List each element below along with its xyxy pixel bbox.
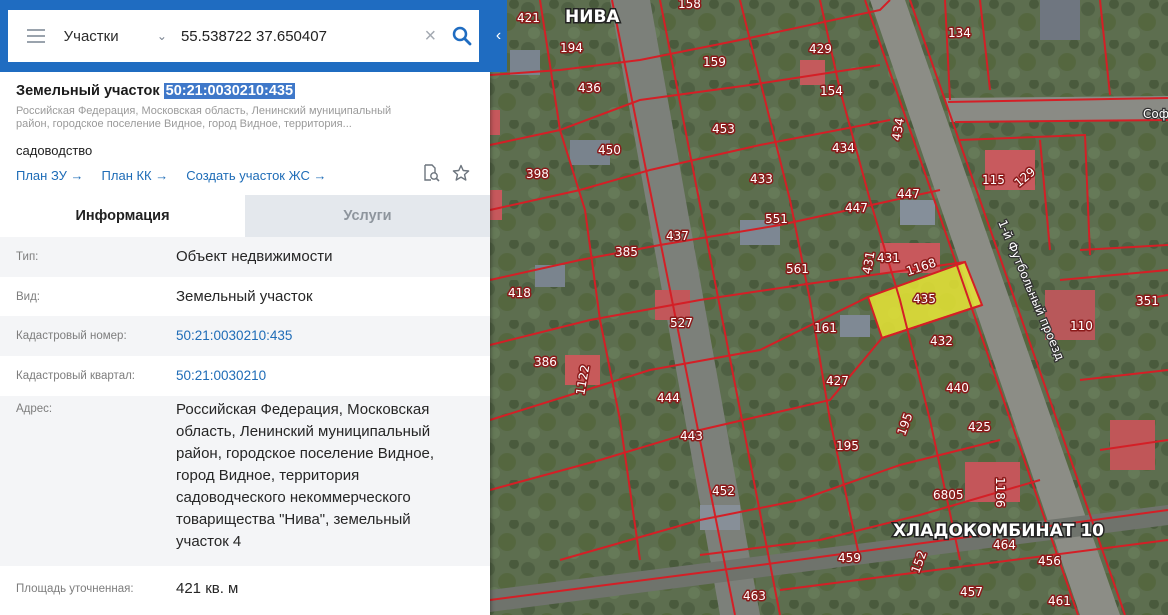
svg-text:440: 440 bbox=[946, 381, 969, 395]
address-preview-line-1: Российская Федерация, Московская область… bbox=[16, 105, 392, 117]
property-value: Российская Федерация, Московская область… bbox=[176, 401, 435, 550]
land-use-purpose: садоводство bbox=[16, 143, 93, 158]
menu-icon[interactable] bbox=[8, 10, 64, 62]
plan-zu-link[interactable]: План ЗУ → bbox=[16, 168, 84, 183]
close-icon[interactable]: × bbox=[415, 25, 445, 48]
svg-text:432: 432 bbox=[930, 334, 953, 348]
svg-text:436: 436 bbox=[578, 81, 601, 95]
svg-text:447: 447 bbox=[897, 187, 920, 201]
svg-text:115: 115 bbox=[982, 173, 1005, 187]
document-search-icon[interactable] bbox=[422, 164, 440, 187]
title-cadastral-number[interactable]: 50:21:0030210:435 bbox=[163, 83, 296, 99]
info-panel: Участки ⌄ × Земельный участок 50:21:0030… bbox=[0, 0, 490, 615]
chevron-left-icon: ‹ bbox=[495, 27, 502, 44]
property-value: Земельный участок bbox=[176, 287, 313, 305]
svg-text:463: 463 bbox=[743, 589, 766, 603]
property-label: Вид: bbox=[16, 290, 40, 303]
svg-text:351: 351 bbox=[1136, 294, 1159, 308]
svg-text:385: 385 bbox=[615, 245, 638, 259]
address-preview: Российская Федерация, Московская область… bbox=[16, 105, 446, 131]
svg-text:561: 561 bbox=[786, 262, 809, 276]
collapse-panel-button[interactable]: ‹ bbox=[490, 0, 507, 72]
svg-text:527: 527 bbox=[670, 316, 693, 330]
svg-text:418: 418 bbox=[508, 286, 531, 300]
layer-select-value: Участки bbox=[63, 27, 119, 45]
svg-text:452: 452 bbox=[712, 484, 735, 498]
chevron-down-icon: ⌄ bbox=[156, 29, 167, 43]
place-label-niva: НИВА bbox=[565, 7, 620, 27]
create-zhs-parcel-link[interactable]: Создать участок ЖС → bbox=[186, 168, 326, 183]
parcel-header: Земельный участок 50:21:0030210:435 Росс… bbox=[0, 72, 490, 194]
address-preview-line-2: район, городское поселение Видное, город… bbox=[16, 118, 352, 130]
search-icon[interactable] bbox=[445, 19, 479, 53]
property-label: Адрес: bbox=[16, 403, 53, 415]
property-row-type: Тип: Объект недвижимости bbox=[0, 237, 490, 277]
svg-text:453: 453 bbox=[712, 122, 735, 136]
svg-text:435: 435 bbox=[913, 292, 936, 306]
star-icon[interactable] bbox=[452, 164, 470, 187]
svg-text:450: 450 bbox=[598, 143, 621, 157]
svg-text:434: 434 bbox=[832, 141, 855, 155]
property-label: Тип: bbox=[16, 251, 39, 263]
svg-text:431: 431 bbox=[877, 251, 900, 265]
place-label-khladokombinat: ХЛАДОКОМБИНАТ 10 bbox=[893, 521, 1104, 541]
page-title: Земельный участок 50:21:0030210:435 bbox=[16, 81, 474, 101]
plan-kk-link[interactable]: План КК → bbox=[102, 168, 169, 183]
property-label: Кадастровый номер: bbox=[16, 330, 127, 342]
svg-text:6805: 6805 bbox=[933, 488, 964, 502]
property-value: 421 кв. м bbox=[176, 579, 239, 597]
search-box: Участки ⌄ × bbox=[8, 10, 479, 62]
property-row-cadastral-number: Кадастровый номер: 50:21:0030210:435 bbox=[0, 316, 490, 356]
property-list: Тип: Объект недвижимости Вид: Земельный … bbox=[0, 237, 490, 611]
property-label: Площадь уточненная: bbox=[16, 582, 134, 595]
svg-text:437: 437 bbox=[666, 229, 689, 243]
property-row-cadastral-quarter: Кадастровый квартал: 50:21:0030210 bbox=[0, 356, 490, 396]
svg-text:159: 159 bbox=[703, 55, 726, 69]
svg-text:158: 158 bbox=[678, 0, 701, 11]
svg-text:386: 386 bbox=[534, 355, 557, 369]
svg-text:1186: 1186 bbox=[993, 477, 1007, 508]
svg-text:456: 456 bbox=[1038, 554, 1061, 568]
svg-text:421: 421 bbox=[517, 11, 540, 25]
property-label: Кадастровый квартал: bbox=[16, 370, 135, 382]
tab-services[interactable]: Услуги bbox=[245, 195, 490, 237]
search-input[interactable] bbox=[180, 27, 410, 45]
tab-information[interactable]: Информация bbox=[0, 195, 245, 237]
tab-bar: Информация Услуги bbox=[0, 195, 490, 237]
property-row-address: Адрес: Российская Федерация, Московская … bbox=[0, 396, 490, 566]
property-row-area: Площадь уточненная: 421 кв. м bbox=[0, 566, 490, 611]
svg-text:398: 398 bbox=[526, 167, 549, 181]
action-links: План ЗУ → План КК → Создать участок ЖС → bbox=[16, 168, 344, 183]
svg-text:461: 461 bbox=[1048, 594, 1071, 608]
svg-text:427: 427 bbox=[826, 374, 849, 388]
search-bar: Участки ⌄ × bbox=[0, 0, 490, 72]
svg-text:447: 447 bbox=[845, 201, 868, 215]
svg-text:161: 161 bbox=[814, 321, 837, 335]
svg-text:457: 457 bbox=[960, 585, 983, 599]
property-value: Объект недвижимости bbox=[176, 248, 333, 265]
header-actions bbox=[422, 164, 470, 187]
svg-text:110: 110 bbox=[1070, 319, 1093, 333]
cadastral-number-link[interactable]: 50:21:0030210:435 bbox=[176, 325, 474, 347]
svg-text:429: 429 bbox=[809, 42, 832, 56]
svg-text:194: 194 bbox=[560, 41, 583, 55]
svg-text:154: 154 bbox=[820, 84, 843, 98]
title-prefix: Земельный участок bbox=[16, 83, 160, 99]
svg-text:459: 459 bbox=[838, 551, 861, 565]
cadastral-quarter-link[interactable]: 50:21:0030210 bbox=[176, 365, 474, 387]
svg-text:425: 425 bbox=[968, 420, 991, 434]
svg-text:195: 195 bbox=[836, 439, 859, 453]
layer-select[interactable]: Участки ⌄ bbox=[64, 28, 173, 45]
svg-text:551: 551 bbox=[765, 212, 788, 226]
svg-text:443: 443 bbox=[680, 429, 703, 443]
svg-text:444: 444 bbox=[657, 391, 680, 405]
property-row-kind: Вид: Земельный участок bbox=[0, 277, 490, 316]
svg-text:433: 433 bbox=[750, 172, 773, 186]
edge-road-label: Соф bbox=[1143, 107, 1168, 121]
svg-text:134: 134 bbox=[948, 26, 971, 40]
